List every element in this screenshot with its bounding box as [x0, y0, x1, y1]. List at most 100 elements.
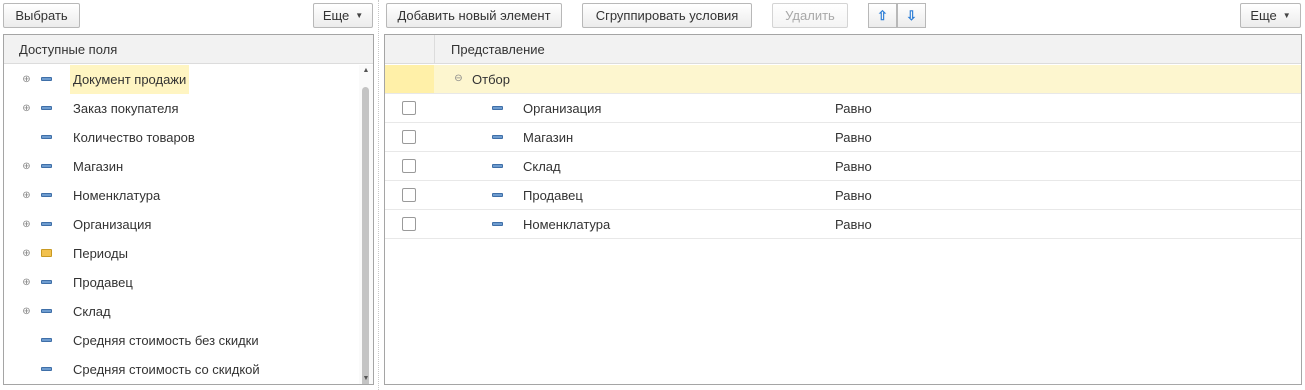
tree-item-store[interactable]: ⊕ Магазин — [4, 152, 361, 181]
delete-button[interactable]: Удалить — [772, 3, 848, 28]
folder-icon — [41, 249, 52, 257]
field-icon — [492, 106, 503, 110]
move-up-button[interactable]: ⇧ — [868, 3, 897, 28]
available-fields-panel: Доступные поля ⊕ Документ продажи ⊕ Зака… — [3, 34, 374, 385]
expand-icon[interactable]: ⊕ — [22, 249, 31, 259]
tree-item-seller[interactable]: ⊕ Продавец — [4, 268, 361, 297]
filter-condition-label: Равно — [835, 101, 872, 116]
tree-item-label: Периоды — [73, 246, 128, 261]
filter-row[interactable]: Продавец Равно — [385, 181, 1301, 210]
field-icon — [41, 77, 52, 81]
filter-header: Представление — [385, 35, 1301, 64]
expand-icon[interactable]: ⊕ — [22, 278, 31, 288]
group-conditions-button[interactable]: Сгруппировать условия — [582, 3, 752, 28]
expand-icon[interactable]: ⊕ — [22, 220, 31, 230]
use-checkbox[interactable] — [402, 101, 416, 115]
tree-item-warehouse[interactable]: ⊕ Склад — [4, 297, 361, 326]
tree-item-label: Номенклатура — [73, 188, 161, 203]
filter-row[interactable]: Номенклатура Равно — [385, 210, 1301, 239]
filter-group-label: Отбор — [472, 72, 510, 87]
caret-down-icon: ▼ — [1282, 11, 1291, 20]
field-icon — [41, 164, 52, 168]
arrow-down-icon: ⇩ — [906, 7, 917, 23]
expand-icon[interactable]: ⊕ — [22, 104, 31, 114]
add-element-label: Добавить новый элемент — [397, 8, 551, 23]
field-icon — [492, 222, 503, 226]
scroll-up-icon[interactable]: ▲ — [359, 67, 373, 74]
filter-field-label: Номенклатура — [523, 217, 611, 232]
tree-item-label: Количество товаров — [73, 130, 195, 145]
use-checkbox[interactable] — [402, 217, 416, 231]
filter-field-label: Организация — [523, 101, 602, 116]
tree-item-nomenclature[interactable]: ⊕ Номенклатура — [4, 181, 361, 210]
use-checkbox[interactable] — [402, 159, 416, 173]
tree-item-label: Продавец — [73, 275, 133, 290]
tree-item-customer-order[interactable]: ⊕ Заказ покупателя — [4, 94, 361, 123]
field-icon — [492, 193, 503, 197]
field-icon — [41, 309, 52, 313]
filter-field-label: Продавец — [523, 188, 583, 203]
vertical-scrollbar[interactable]: ▲ ▼ — [359, 65, 373, 384]
select-button[interactable]: Выбрать — [3, 3, 80, 28]
filter-panel: Представление ⊖ Отбор Организация Равно … — [384, 34, 1302, 385]
tree-item-label: Магазин — [73, 159, 124, 174]
tree-item-sales-document[interactable]: ⊕ Документ продажи — [4, 65, 361, 94]
filter-condition-label: Равно — [835, 159, 872, 174]
filter-group-row[interactable]: ⊖ Отбор — [385, 65, 1301, 94]
expand-icon[interactable]: ⊕ — [22, 162, 31, 172]
panel-splitter[interactable] — [378, 0, 379, 390]
more-button-left[interactable]: Еще ▼ — [313, 3, 373, 28]
move-down-button[interactable]: ⇩ — [897, 3, 926, 28]
tree-item-avg-cost-with-discount[interactable]: Средняя стоимость со скидкой — [4, 355, 361, 384]
filter-condition-label: Равно — [835, 217, 872, 232]
delete-label: Удалить — [785, 8, 835, 23]
more-button-label: Еще — [322, 8, 350, 23]
tree-item-label: Средняя стоимость со скидкой — [73, 362, 260, 377]
field-icon — [492, 164, 503, 168]
tree-item-label: Средняя стоимость без скидки — [73, 333, 259, 348]
expand-icon[interactable]: ⊕ — [22, 191, 31, 201]
field-icon — [41, 106, 52, 110]
filter-row[interactable]: Организация Равно — [385, 94, 1301, 123]
available-fields-title: Доступные поля — [19, 41, 118, 57]
tree-item-periods[interactable]: ⊕ Периоды — [4, 239, 361, 268]
expand-icon[interactable]: ⊕ — [22, 75, 31, 85]
group-row-marker — [385, 65, 434, 93]
scrollbar-thumb[interactable] — [362, 87, 369, 384]
scroll-down-icon[interactable]: ▼ — [359, 375, 373, 382]
filter-field-label: Склад — [523, 159, 561, 174]
field-icon — [41, 280, 52, 284]
tree-item-label: Организация — [73, 217, 152, 232]
filter-condition-label: Равно — [835, 188, 872, 203]
expand-icon[interactable]: ⊕ — [22, 307, 31, 317]
presentation-column-header: Представление — [451, 41, 545, 57]
add-element-button[interactable]: Добавить новый элемент — [386, 3, 562, 28]
field-icon — [41, 367, 52, 371]
column-divider — [434, 35, 435, 63]
filter-row[interactable]: Склад Равно — [385, 152, 1301, 181]
tree-item-label: Документ продажи — [70, 65, 190, 94]
tree-item-label: Склад — [73, 304, 111, 319]
more-button-label: Еще — [1250, 8, 1277, 23]
group-conditions-label: Сгруппировать условия — [595, 8, 739, 23]
field-icon — [41, 193, 52, 197]
caret-down-icon: ▼ — [355, 11, 364, 20]
filter-condition-label: Равно — [835, 130, 872, 145]
filter-field-label: Магазин — [523, 130, 574, 145]
tree-item-goods-quantity[interactable]: Количество товаров — [4, 123, 361, 152]
field-icon — [41, 222, 52, 226]
filter-row[interactable]: Магазин Равно — [385, 123, 1301, 152]
collapse-icon[interactable]: ⊖ — [454, 74, 463, 84]
select-button-label: Выбрать — [15, 8, 68, 23]
field-icon — [492, 135, 503, 139]
tree-item-label: Заказ покупателя — [73, 101, 179, 116]
field-icon — [41, 135, 52, 139]
tree-item-organization[interactable]: ⊕ Организация — [4, 210, 361, 239]
field-icon — [41, 338, 52, 342]
arrow-up-icon: ⇧ — [877, 7, 888, 23]
tree-item-avg-cost-no-discount[interactable]: Средняя стоимость без скидки — [4, 326, 361, 355]
more-button-right[interactable]: Еще ▼ — [1240, 3, 1301, 28]
use-checkbox[interactable] — [402, 130, 416, 144]
available-fields-header: Доступные поля — [4, 35, 373, 64]
use-checkbox[interactable] — [402, 188, 416, 202]
